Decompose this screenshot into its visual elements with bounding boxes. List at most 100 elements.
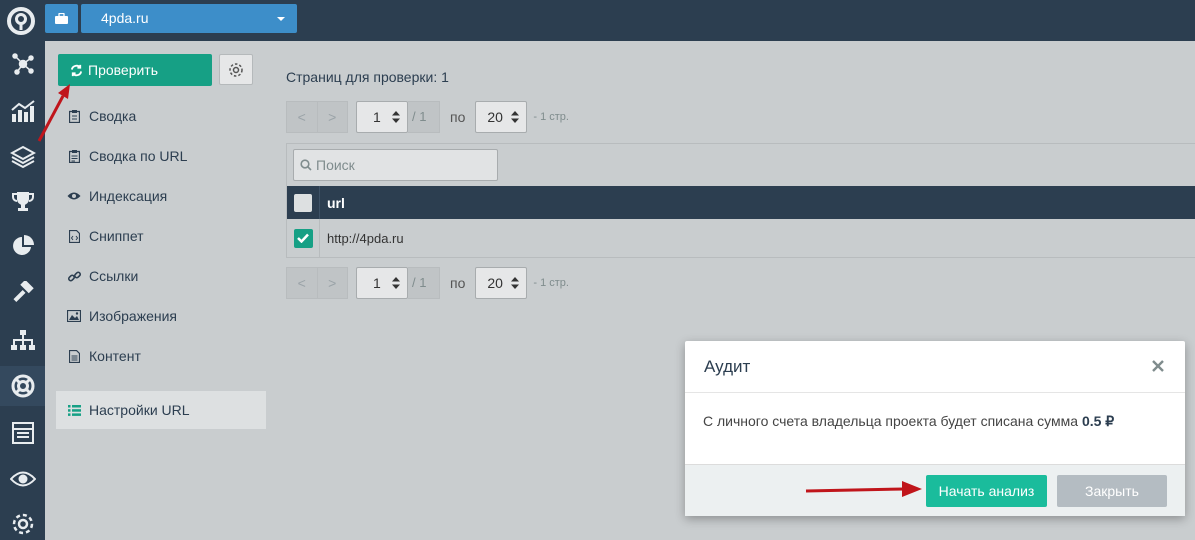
search-input[interactable]: Поиск: [293, 149, 498, 181]
pager-nav: < >: [286, 101, 348, 133]
clipboard-list-icon: [67, 149, 81, 163]
column-header-url[interactable]: url: [320, 195, 345, 211]
url-cell: http://4pda.ru: [327, 230, 404, 246]
updown-icon: [392, 111, 400, 123]
start-analysis-button[interactable]: Начать анализ: [926, 475, 1047, 507]
table-header: url: [287, 186, 1195, 219]
gear-icon: [229, 62, 243, 77]
menu-item-label: Сводка: [89, 108, 137, 124]
logo-icon[interactable]: [0, 0, 41, 41]
menu-item-label: Сниппет: [89, 228, 144, 244]
page-number-value: 1: [373, 275, 381, 291]
pager-info: - 1 стр.: [533, 111, 569, 123]
menu-item-label: Настройки URL: [89, 402, 190, 418]
menu-item-images[interactable]: Изображения: [45, 296, 266, 336]
menu-item-label: Ссылки: [89, 268, 139, 284]
menu-item-label: Контент: [89, 348, 141, 364]
list-alt-icon[interactable]: [0, 413, 45, 453]
eye-icon[interactable]: [0, 459, 45, 499]
section-sidebar: Проверить Сводка Сводка по URL Индексаци…: [45, 41, 266, 540]
row-checkbox-cell: [287, 219, 320, 257]
updown-icon: [511, 277, 520, 289]
modal-footer: Начать анализ Закрыть: [685, 464, 1185, 516]
menu-item-summary[interactable]: Сводка: [45, 96, 266, 136]
eye-icon: [67, 189, 81, 203]
menu-item-label: Сводка по URL: [89, 148, 188, 164]
next-page-button[interactable]: >: [318, 268, 348, 298]
refresh-icon: [70, 64, 83, 76]
briefcase-button[interactable]: [45, 4, 78, 33]
check-icon: [297, 233, 309, 243]
search-icon: [300, 159, 312, 171]
menu-item-content[interactable]: Контент: [45, 336, 266, 376]
file-text-icon: [67, 349, 81, 363]
modal-body: С личного счета владельца проекта будет …: [685, 393, 1185, 464]
page-number-value: 1: [373, 109, 381, 125]
per-page-select[interactable]: 20: [475, 267, 528, 299]
top-bar: 4pda.ru: [0, 0, 1195, 41]
project-name: 4pda.ru: [101, 10, 149, 26]
clipboard-icon: [67, 109, 81, 123]
menu-item-summary-url[interactable]: Сводка по URL: [45, 136, 266, 176]
briefcase-icon: [55, 13, 68, 24]
modal-title: Аудит: [704, 357, 751, 376]
audit-modal: Аудит С личного счета владельца проекта …: [685, 341, 1185, 516]
check-button-label: Проверить: [88, 62, 159, 78]
chart-icon[interactable]: [0, 91, 45, 131]
sitemap-icon[interactable]: [0, 320, 45, 360]
list-icon: [67, 403, 81, 417]
menu-item-label: Изображения: [89, 308, 177, 324]
project-select[interactable]: 4pda.ru: [81, 4, 297, 33]
page-total: / 1: [408, 267, 440, 299]
per-page-label: по: [450, 275, 466, 291]
trophy-icon[interactable]: [0, 182, 45, 222]
charge-message: С личного счета владельца проекта будет …: [703, 413, 1079, 429]
prev-page-button[interactable]: <: [287, 268, 318, 298]
updown-icon: [392, 277, 400, 289]
charge-amount: 0.5 ₽: [1081, 413, 1115, 429]
pager-bottom: < > 1 / 1 по 20 - 1 стр.: [286, 267, 569, 299]
layers-icon[interactable]: [0, 137, 45, 177]
caret-down-icon: [277, 17, 285, 21]
next-page-button[interactable]: >: [318, 102, 348, 132]
table-row: http://4pda.ru: [287, 219, 1195, 257]
url-table: Поиск url http://4pda.ru: [286, 143, 1195, 258]
gear-icon[interactable]: [0, 504, 45, 540]
select-all-cell: [287, 186, 320, 219]
updown-icon: [511, 111, 520, 123]
network-icon[interactable]: [0, 44, 45, 84]
hammer-icon[interactable]: [0, 273, 45, 313]
search-placeholder: Поиск: [316, 157, 355, 173]
menu-item-snippet[interactable]: Сниппет: [45, 216, 266, 256]
main-nav-rail: [0, 41, 45, 540]
page-number-input[interactable]: 1: [356, 101, 408, 133]
settings-button[interactable]: [219, 54, 253, 85]
row-checkbox[interactable]: [293, 228, 313, 248]
pie-chart-icon[interactable]: [0, 226, 45, 266]
file-code-icon: [67, 229, 81, 243]
pages-count-title: Страниц для проверки: 1: [286, 69, 449, 85]
menu-item-links[interactable]: Ссылки: [45, 256, 266, 296]
per-page-label: по: [450, 109, 466, 125]
section-menu: Сводка Сводка по URL Индексация Сниппет …: [45, 96, 266, 429]
menu-item-label: Индексация: [89, 188, 168, 204]
close-button[interactable]: Закрыть: [1057, 475, 1167, 507]
modal-header: Аудит: [685, 341, 1185, 393]
per-page-value: 20: [487, 109, 503, 125]
image-icon: [67, 309, 81, 323]
menu-item-url-settings[interactable]: Настройки URL: [56, 391, 266, 429]
menu-item-indexing[interactable]: Индексация: [45, 176, 266, 216]
select-all-checkbox[interactable]: [294, 193, 312, 212]
close-icon[interactable]: [1150, 358, 1166, 374]
pager-info: - 1 стр.: [533, 277, 569, 289]
per-page-value: 20: [487, 275, 503, 291]
page-number-input[interactable]: 1: [356, 267, 408, 299]
link-icon: [67, 269, 81, 283]
per-page-select[interactable]: 20: [475, 101, 528, 133]
check-button[interactable]: Проверить: [58, 54, 212, 86]
pager-nav: < >: [286, 267, 348, 299]
prev-page-button[interactable]: <: [287, 102, 318, 132]
page-total: / 1: [408, 101, 440, 133]
pager-top: < > 1 / 1 по 20 - 1 стр.: [286, 101, 569, 133]
lifebuoy-icon[interactable]: [0, 366, 45, 406]
